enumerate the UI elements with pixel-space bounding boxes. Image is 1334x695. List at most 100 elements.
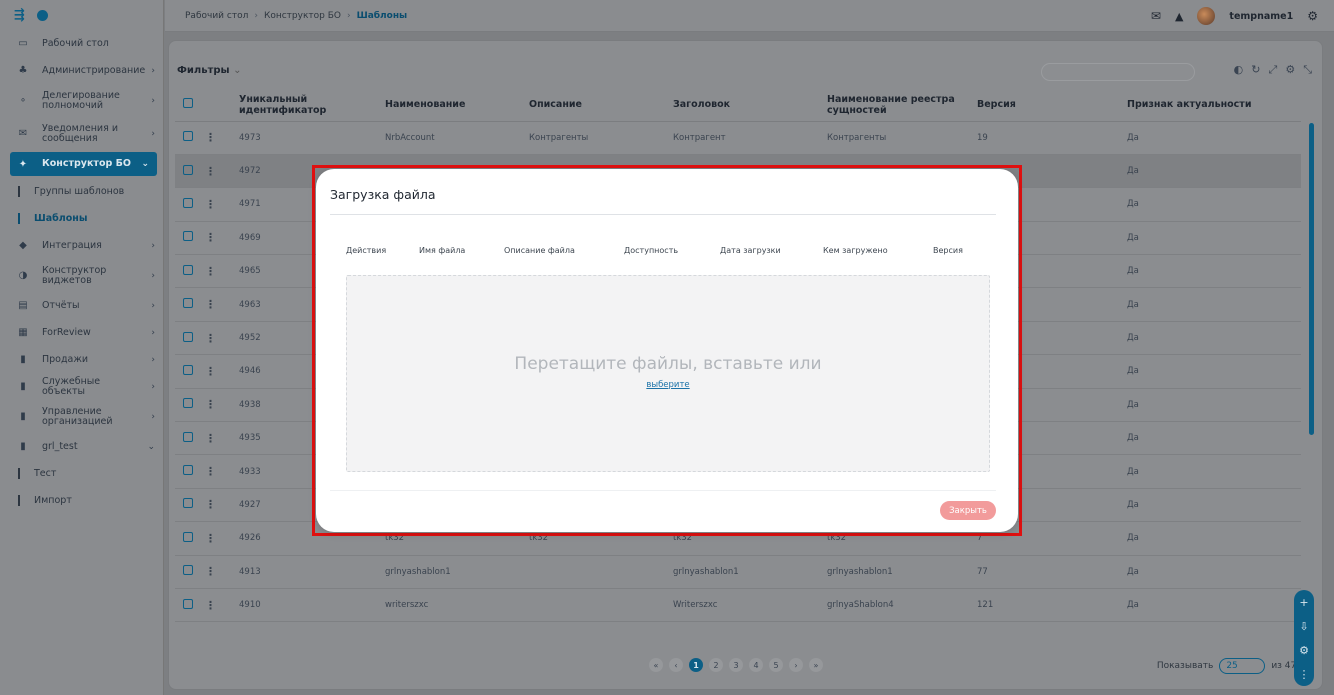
breadcrumb-item-constructor[interactable]: Конструктор БО	[264, 11, 341, 21]
sidebar-item-13[interactable]: ▮ Управление организацией ›	[0, 400, 163, 433]
sidebar-item-label: Конструктор БО	[42, 158, 131, 169]
fullscreen-icon[interactable]: ⤡	[1303, 63, 1312, 77]
sidebar-item-2[interactable]: ∘ Делегирование полномочий ›	[0, 84, 163, 117]
row-checkbox[interactable]	[183, 164, 193, 175]
row-checkbox[interactable]	[183, 231, 193, 242]
floating-actions: + ⇩ ⚙ ⋮	[1294, 590, 1314, 686]
more-vertical-icon[interactable]: ⋮	[205, 398, 216, 411]
more-vertical-icon[interactable]: ⋮	[205, 565, 216, 578]
file-dropzone[interactable]: Перетащите файлы, вставьте или выберите	[346, 275, 990, 472]
sidebar-item-11[interactable]: ▮ Продажи ›	[0, 346, 163, 373]
column-header[interactable]: Наименование реестра сущностей	[819, 89, 969, 122]
eye-icon[interactable]: ◐	[1234, 63, 1244, 77]
mail-icon[interactable]: ✉	[1151, 9, 1161, 23]
table-cell: Да	[1119, 555, 1301, 589]
prev-page-icon[interactable]: ‹	[669, 658, 683, 672]
column-header[interactable]: Уникальный идентификатор	[231, 89, 377, 122]
more-vertical-icon[interactable]: ⋮	[205, 198, 216, 211]
row-checkbox[interactable]	[183, 431, 193, 442]
sidebar-item-16[interactable]: Импорт	[0, 487, 163, 514]
more-vertical-icon[interactable]: ⋮	[205, 532, 216, 545]
first-page-icon[interactable]: «	[649, 658, 663, 672]
row-checkbox-cell	[175, 421, 197, 456]
row-menu-cell: ⋮	[197, 354, 231, 389]
more-vertical-icon[interactable]: ⋮	[205, 165, 216, 178]
col-file-name: Имя файла	[419, 246, 466, 255]
search-input[interactable]	[1041, 63, 1195, 81]
more-vertical-icon[interactable]: ⋮	[205, 298, 216, 311]
column-header[interactable]: Наименование	[377, 89, 521, 122]
sidebar-item-3[interactable]: ✉ Уведомления и сообщения ›	[0, 117, 163, 150]
sidebar-item-14[interactable]: ▮ grl_test ⌄	[0, 433, 163, 460]
username[interactable]: tempname1	[1229, 11, 1293, 22]
sidebar-item-0[interactable]: ▭ Рабочий стол	[0, 30, 163, 57]
gear-icon[interactable]: ⚙	[1299, 644, 1309, 657]
row-checkbox[interactable]	[183, 398, 193, 409]
more-vertical-icon[interactable]: ⋮	[205, 432, 216, 445]
sidebar-item-9[interactable]: ▤ Отчёты ›	[0, 292, 163, 319]
bell-icon[interactable]: ▲	[1175, 10, 1183, 23]
row-checkbox[interactable]	[183, 131, 193, 142]
row-checkbox[interactable]	[183, 598, 193, 609]
add-icon[interactable]: +	[1299, 596, 1308, 609]
more-vertical-icon[interactable]: ⋮	[205, 498, 216, 511]
row-checkbox[interactable]	[183, 197, 193, 208]
column-header[interactable]: Версия	[969, 89, 1119, 122]
row-checkbox[interactable]	[183, 298, 193, 309]
sidebar-item-15[interactable]: Тест	[0, 460, 163, 487]
sidebar-item-1[interactable]: ♣ Администрирование ›	[0, 57, 163, 84]
sidebar-item-4[interactable]: ✦ Конструктор БО ⌄	[10, 152, 157, 176]
column-header[interactable]: Заголовок	[665, 89, 819, 122]
expand-icon[interactable]: ⤢	[1269, 63, 1278, 77]
page-button[interactable]: 3	[729, 658, 743, 672]
more-vertical-icon[interactable]: ⋮	[205, 231, 216, 244]
avatar[interactable]	[1197, 7, 1216, 25]
row-checkbox[interactable]	[183, 498, 193, 509]
refresh-icon[interactable]: ↻	[1251, 63, 1260, 77]
col-actions: Действия	[346, 246, 387, 255]
sidebar-item-10[interactable]: ▦ ForReview ›	[0, 319, 163, 346]
filters-toggle[interactable]: Фильтры ⌄	[177, 65, 241, 76]
row-checkbox[interactable]	[183, 364, 193, 375]
choose-file-link[interactable]: выберите	[347, 380, 989, 390]
more-vertical-icon[interactable]: ⋮	[205, 131, 216, 144]
row-menu-cell: ⋮	[197, 154, 231, 189]
last-page-icon[interactable]: »	[809, 658, 823, 672]
next-page-icon[interactable]: ›	[789, 658, 803, 672]
close-button[interactable]: Закрыть	[940, 501, 996, 520]
sidebar-item-7[interactable]: ◆ Интеграция ›	[0, 232, 163, 259]
sidebar-item-12[interactable]: ▮ Служебные объекты ›	[0, 373, 163, 400]
more-vertical-icon[interactable]: ⋮	[205, 465, 216, 478]
more-icon[interactable]: ⋮	[1299, 668, 1310, 681]
sidebar-item-6[interactable]: Шаблоны	[0, 205, 163, 232]
page-button[interactable]: 4	[749, 658, 763, 672]
row-checkbox[interactable]	[183, 565, 193, 576]
row-checkbox[interactable]	[183, 531, 193, 542]
column-header[interactable]: Описание	[521, 89, 665, 122]
sidebar-item-8[interactable]: ◑ Конструктор виджетов ›	[0, 259, 163, 292]
table-cell: Контрагенты	[521, 121, 665, 155]
row-checkbox[interactable]	[183, 465, 193, 476]
sidebar-item-5[interactable]: Группы шаблонов	[0, 178, 163, 205]
table-row[interactable]: ⋮ 4913 grlnyashablon1 grlnyashablon1 grlnyas…	[175, 555, 1301, 589]
more-vertical-icon[interactable]: ⋮	[205, 599, 216, 612]
table-row[interactable]: ⋮ 4910 writerszxc Writerszxc grlnyaShablon4 1…	[175, 588, 1301, 623]
row-checkbox[interactable]	[183, 331, 193, 342]
more-vertical-icon[interactable]: ⋮	[205, 365, 216, 378]
page-button[interactable]: 1	[689, 658, 703, 672]
column-header[interactable]: Признак актуальности	[1119, 89, 1301, 122]
scrollbar[interactable]	[1309, 123, 1314, 435]
download-icon[interactable]: ⇩	[1299, 620, 1308, 633]
table-settings-icon[interactable]: ⚙	[1285, 63, 1295, 77]
table-row[interactable]: ⋮ 4973 NrbAccount Контрагенты Контрагент Конт…	[175, 121, 1301, 155]
page-button[interactable]: 5	[769, 658, 783, 672]
collapse-menu-icon[interactable]: ⇶	[14, 8, 25, 23]
more-vertical-icon[interactable]: ⋮	[205, 265, 216, 278]
page-button[interactable]: 2	[709, 658, 723, 672]
more-vertical-icon[interactable]: ⋮	[205, 332, 216, 345]
settings-icon[interactable]: ⚙	[1307, 9, 1318, 23]
row-checkbox[interactable]	[183, 264, 193, 275]
breadcrumb-item-desktop[interactable]: Рабочий стол	[185, 11, 248, 21]
page-size-select[interactable]: 25	[1219, 658, 1266, 674]
select-all-checkbox[interactable]	[183, 98, 193, 109]
